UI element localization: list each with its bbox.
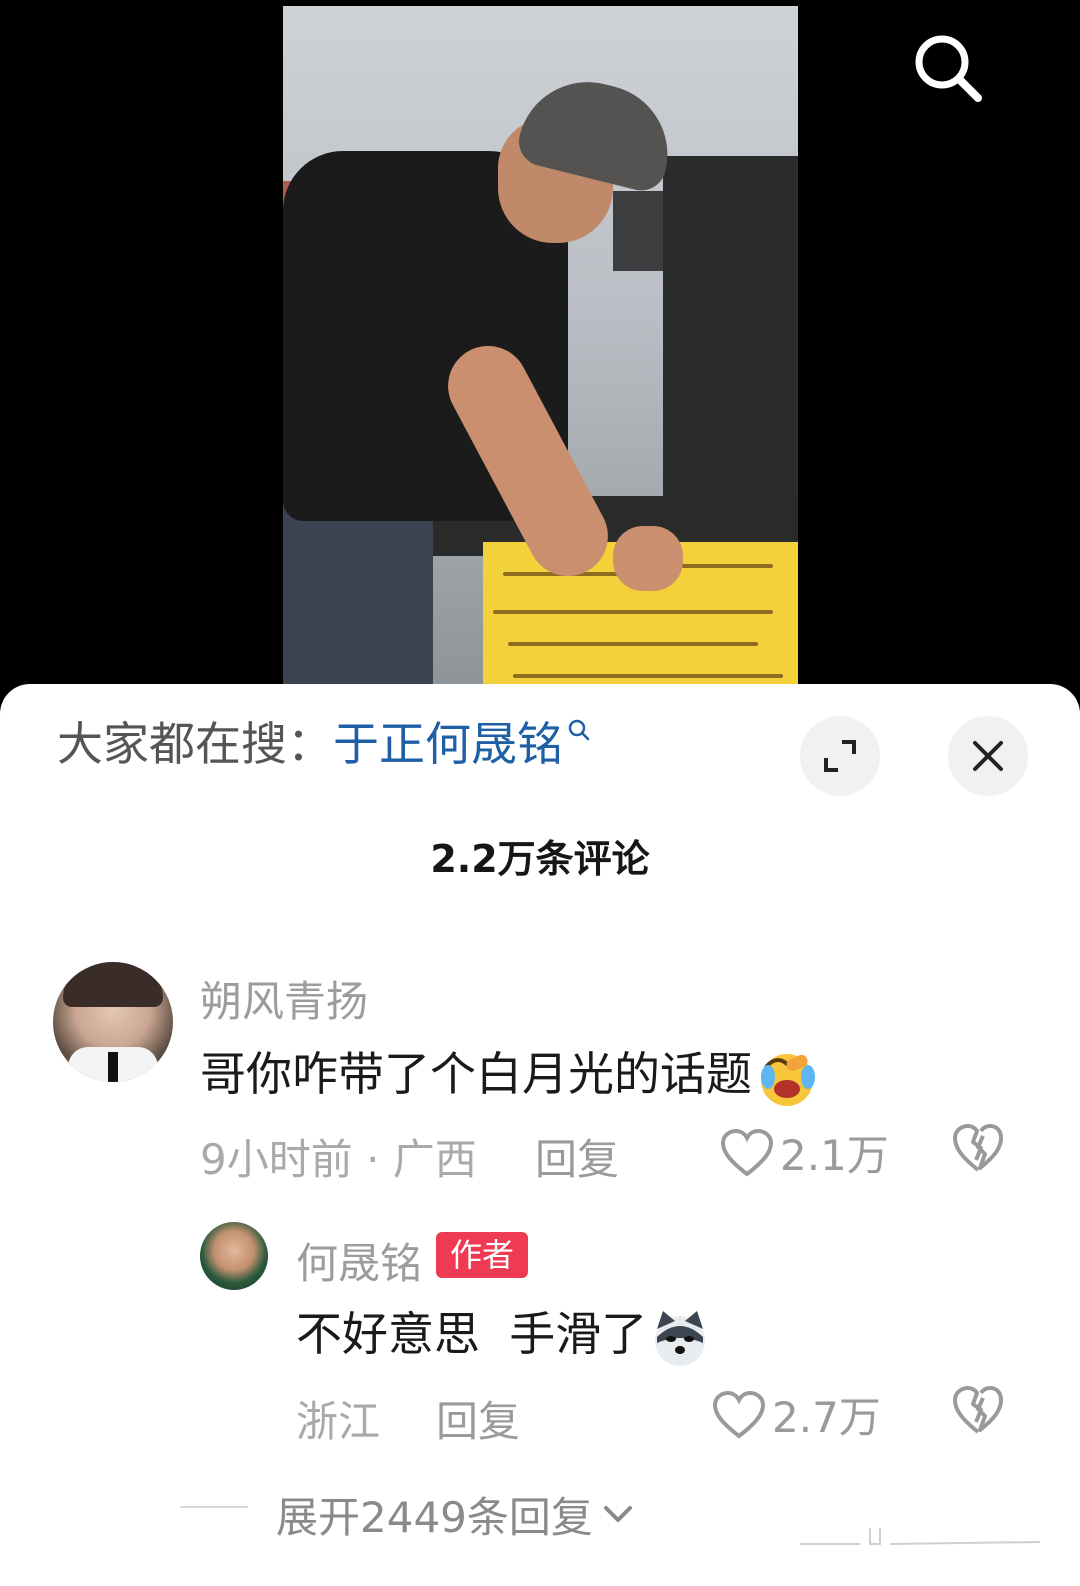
avatar-tie <box>108 1052 118 1082</box>
reply-location: 浙江 <box>296 1397 381 1446</box>
search-icon <box>568 719 590 741</box>
like-button[interactable]: 2.1万 <box>720 1122 889 1183</box>
comments-sheet: 大家都在搜：于正何晟铭 2.2万条评论 朔风青扬 哥你咋带了个白月光的话题 9小… <box>0 684 1080 1586</box>
close-icon <box>973 741 1003 771</box>
avatar[interactable] <box>53 962 173 1082</box>
author-badge: 作者 <box>436 1232 529 1278</box>
expand-button[interactable] <box>800 716 880 796</box>
like-count: 2.1万 <box>780 1131 889 1180</box>
comment-text: 哥你咋带了个白月光的话题 <box>200 1038 818 1109</box>
search-suggestion[interactable]: 大家都在搜：于正何晟铭 <box>57 714 591 774</box>
heart-icon <box>712 1390 766 1439</box>
person-jeans <box>283 491 433 700</box>
watermark-scribble <box>800 1528 1041 1545</box>
ink-stroke <box>513 674 783 678</box>
comment-text-body: 哥你咋带了个白月光的话题 <box>200 1047 752 1101</box>
avatar[interactable] <box>200 1222 268 1290</box>
reply-text: 不好意思 手滑了 <box>296 1298 711 1369</box>
expand-replies-label[interactable]: 展开2449条回复 <box>276 1484 593 1545</box>
search-icon[interactable] <box>912 32 984 104</box>
comment-time-location: 9小时前 · 广西 <box>200 1135 477 1184</box>
search-suggestion-prefix: 大家都在搜： <box>57 717 333 771</box>
like-count: 2.7万 <box>772 1393 881 1442</box>
video-player[interactable] <box>0 0 1080 700</box>
expand-icon <box>824 740 856 772</box>
reply-text-body: 不好意思 手滑了 <box>296 1307 648 1361</box>
broken-heart-icon[interactable] <box>952 1384 1004 1436</box>
comment-author[interactable]: 朔风青扬 <box>200 968 368 1029</box>
ink-stroke <box>493 610 773 614</box>
ink-stroke <box>508 642 758 646</box>
person-hand <box>613 526 683 591</box>
chevron-down-icon <box>604 1506 632 1522</box>
close-button[interactable] <box>948 716 1028 796</box>
like-button[interactable]: 2.7万 <box>712 1384 881 1445</box>
reply-author[interactable]: 何晟铭 <box>296 1230 422 1291</box>
comment-count: 2.2万条评论 <box>430 837 650 881</box>
avatar-hair <box>63 962 163 1007</box>
video-frame[interactable] <box>283 6 798 700</box>
reply-button[interactable]: 回复 <box>535 1126 619 1187</box>
heart-icon <box>720 1128 774 1177</box>
search-suggestion-term[interactable]: 于正何晟铭 <box>333 717 563 771</box>
reply-button[interactable]: 回复 <box>436 1388 520 1449</box>
dog-emoji-icon <box>655 1310 706 1366</box>
broken-heart-icon[interactable] <box>952 1122 1004 1174</box>
laughing-crying-emoji-icon <box>761 1053 815 1106</box>
divider <box>180 1506 248 1508</box>
